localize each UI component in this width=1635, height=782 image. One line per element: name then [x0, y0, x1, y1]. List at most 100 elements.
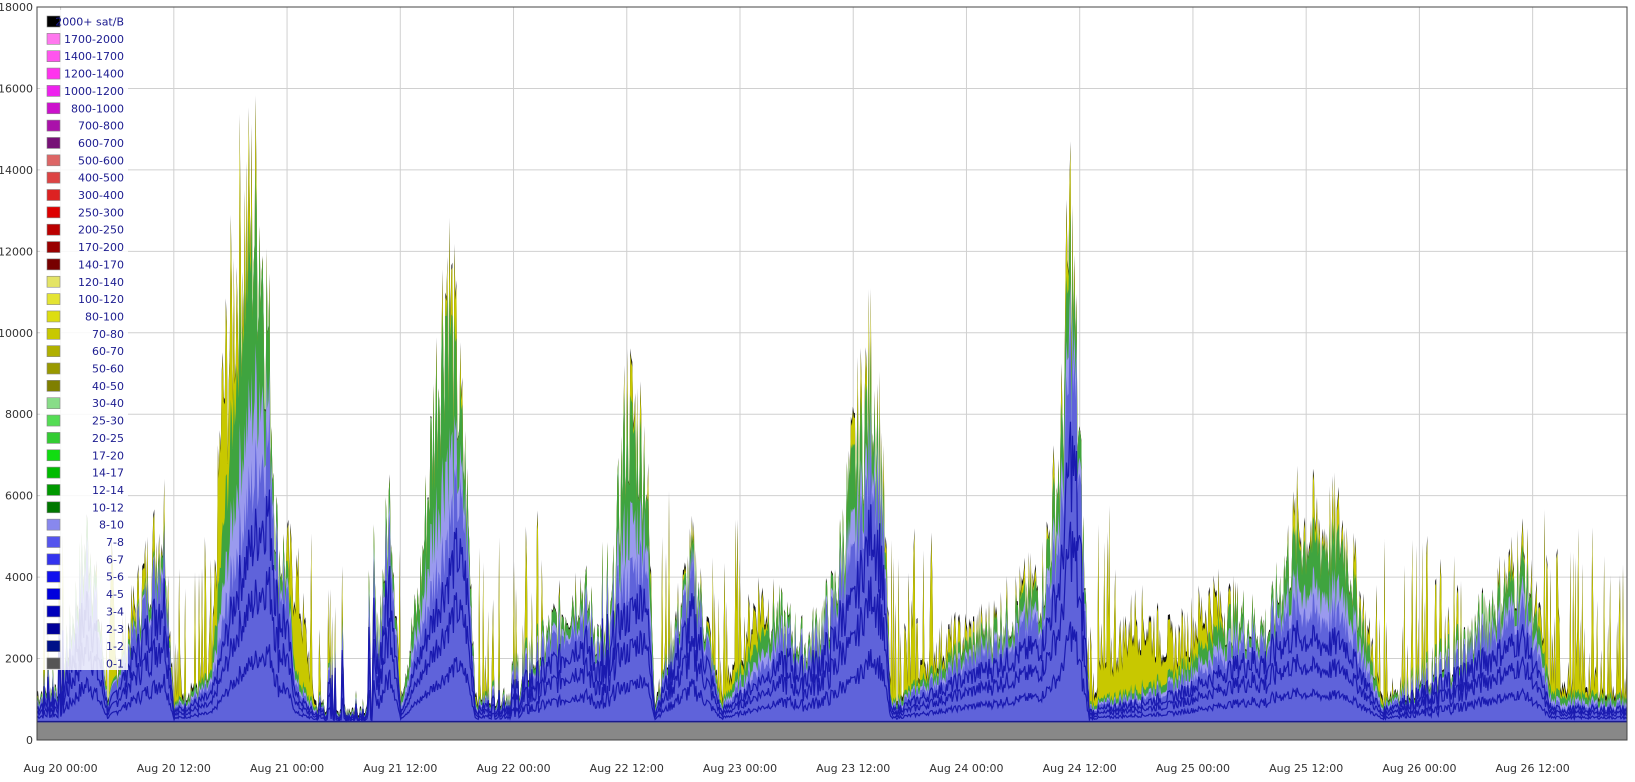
legend-label: 1200-1400 [64, 68, 124, 81]
x-tick-label: Aug 21 12:00 [363, 762, 437, 775]
legend-label: 1400-1700 [64, 50, 124, 63]
legend-label: 800-1000 [71, 102, 124, 115]
legend-label: 700-800 [78, 120, 124, 133]
legend-label: 60-70 [92, 345, 124, 358]
x-tick-label: Aug 24 00:00 [929, 762, 1003, 775]
y-tick-label: 14000 [0, 164, 33, 177]
x-tick-label: Aug 26 00:00 [1382, 762, 1456, 775]
legend-swatch [46, 293, 61, 305]
legend-label: 8-10 [99, 519, 124, 532]
legend-swatch [46, 345, 61, 357]
legend-label: 1000-1200 [64, 85, 124, 98]
y-tick-label: 6000 [5, 490, 33, 503]
legend-label: 30-40 [92, 397, 124, 410]
legend-swatch [46, 102, 61, 115]
legend-label: 400-500 [78, 172, 124, 185]
legend-label: 250-300 [78, 206, 124, 219]
legend-swatch [46, 67, 61, 80]
legend-label: 2000+ sat/B [55, 16, 124, 29]
x-tick-label: Aug 25 12:00 [1269, 762, 1343, 775]
legend-swatch [46, 206, 61, 219]
legend-swatch [46, 85, 61, 97]
legend-label: 140-170 [78, 258, 124, 271]
legend-swatch [46, 310, 61, 323]
legend-swatch [46, 414, 61, 427]
legend-label: 3-4 [106, 605, 124, 618]
x-tick-label: Aug 23 00:00 [703, 762, 777, 775]
legend-swatch [46, 484, 61, 496]
legend-swatch [46, 553, 61, 566]
legend-label: 40-50 [92, 380, 124, 393]
legend-label: 4-5 [106, 588, 124, 601]
legend-label: 200-250 [78, 224, 124, 237]
legend-label: 500-600 [78, 154, 124, 167]
legend-swatch [46, 362, 61, 375]
y-tick-label: 0 [26, 734, 33, 747]
legend-label: 170-200 [78, 241, 124, 254]
legend-swatch [46, 223, 61, 236]
legend-swatch [46, 518, 61, 531]
x-axis: Aug 20 00:00 Aug 20 12:00 Aug 21 00:00 Aug … [24, 762, 1570, 775]
legend-label: 5-6 [106, 571, 124, 584]
legend-label: 300-400 [78, 189, 124, 202]
y-tick-label: 10000 [0, 327, 33, 340]
legend-swatch [46, 137, 61, 149]
legend-swatch [46, 570, 61, 583]
stacked-areas [37, 95, 1627, 740]
legend-swatch [46, 189, 61, 201]
x-tick-label: Aug 22 00:00 [476, 762, 550, 775]
legend-swatch [46, 171, 61, 184]
legend-swatch [46, 657, 61, 670]
legend-label: 25-30 [92, 415, 124, 428]
legend-label: 10-12 [92, 501, 124, 514]
legend-label: 6-7 [106, 553, 124, 566]
y-tick-label: 12000 [0, 245, 33, 258]
x-tick-label: Aug 20 00:00 [24, 762, 98, 775]
legend-label: 70-80 [92, 328, 124, 341]
legend-swatch [46, 119, 61, 132]
legend-swatch [46, 50, 61, 63]
legend-label: 600-700 [78, 137, 124, 150]
legend-label: 80-100 [85, 310, 124, 323]
legend-swatch [46, 622, 61, 635]
x-tick-label: Aug 25 00:00 [1156, 762, 1230, 775]
legend-label: 12-14 [92, 484, 124, 497]
x-tick-label: Aug 26 12:00 [1496, 762, 1570, 775]
legend-swatch [46, 33, 61, 45]
legend-swatch [46, 327, 61, 340]
area-1-8 [37, 321, 1627, 722]
legend-label: 1700-2000 [64, 33, 124, 46]
x-tick-label: Aug 22 12:00 [590, 762, 664, 775]
y-tick-label: 18000 [0, 1, 33, 14]
legend-label: 14-17 [92, 467, 124, 480]
legend-swatch [46, 275, 61, 288]
legend-label: 20-25 [92, 432, 124, 445]
y-tick-label: 2000 [5, 653, 33, 666]
y-tick-label: 4000 [5, 571, 33, 584]
legend-swatch [46, 536, 61, 548]
legend-label: 0-1 [106, 657, 124, 670]
legend-swatch [46, 432, 61, 444]
legend-label: 100-120 [78, 293, 124, 306]
y-axis: 0 2000 4000 6000 8000 10000 12000 14000 16000 180… [0, 1, 33, 747]
legend-label: 50-60 [92, 363, 124, 376]
legend-label: 17-20 [92, 449, 124, 462]
legend-swatch [46, 380, 61, 392]
x-tick-label: Aug 20 12:00 [137, 762, 211, 775]
legend-label: 120-140 [78, 276, 124, 289]
mempool-stacked-area-chart: 0 2000 4000 6000 8000 10000 12000 14000 16000 180… [0, 1, 1628, 775]
x-tick-label: Aug 23 12:00 [816, 762, 890, 775]
legend-swatch [46, 449, 61, 462]
area-0-1 [37, 721, 1627, 740]
legend-swatch [46, 640, 61, 652]
legend-swatch [46, 258, 61, 271]
legend-swatch [46, 605, 61, 618]
legend-swatch [46, 241, 61, 253]
x-tick-label: Aug 24 12:00 [1043, 762, 1117, 775]
legend-label: 7-8 [106, 536, 124, 549]
y-tick-label: 16000 [0, 82, 33, 95]
legend-swatch [46, 397, 61, 410]
legend-swatch [46, 501, 61, 514]
legend-swatch [46, 588, 61, 600]
x-tick-label: Aug 21 00:00 [250, 762, 324, 775]
